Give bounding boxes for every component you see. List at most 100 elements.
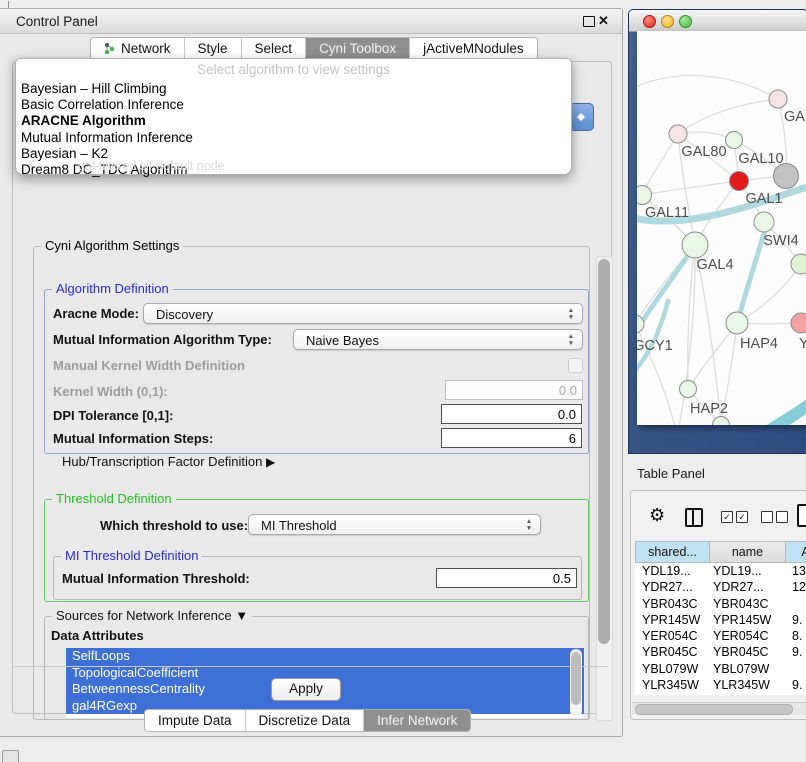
combo-stepper-icon[interactable]: ▲▼ (567, 333, 575, 348)
mi-threshold-field[interactable]: 0.5 (436, 568, 577, 588)
table-panel-title: Table Panel (637, 466, 705, 481)
mi-algorithm-type-select[interactable]: Naive Bayes ▲▼ (293, 329, 583, 350)
dropdown-option[interactable]: Bayesian – Hill Climbing (16, 81, 571, 97)
table-row[interactable]: YBL079WYBL079W (635, 661, 806, 677)
attribute-item[interactable]: SelfLoops (66, 648, 584, 665)
column-header-1[interactable]: shared... (635, 541, 710, 563)
dropdown-option[interactable]: Basic Correlation Inference (16, 97, 571, 113)
tab-cyni-toolbox[interactable]: Cyni Toolbox (306, 38, 410, 59)
close-traffic-light-icon[interactable] (643, 15, 656, 28)
which-threshold-select[interactable]: MI Threshold ▲▼ (248, 514, 541, 535)
zoom-traffic-light-icon[interactable] (679, 15, 692, 28)
network-node-gal10[interactable] (726, 132, 743, 149)
mi-steps-label: Mutual Information Steps: (53, 431, 213, 446)
network-canvas[interactable]: GALGAL80GAL10GAL1GAL11SWI4GAL4GCY1HAP4YH… (637, 31, 806, 425)
network-node-gal11[interactable] (637, 186, 652, 205)
network-node-gal[interactable] (769, 90, 787, 108)
network-edge-highlighted[interactable] (637, 245, 695, 343)
network-node-label: GAL10 (738, 151, 783, 167)
table-cell: YBL079W (710, 661, 786, 677)
table-row[interactable]: YPR145WYPR145W9. (635, 612, 806, 628)
network-node-gal80[interactable] (669, 125, 687, 143)
hub-definition-toggle[interactable]: Hub/Transcription Factor Definition ▶ (62, 454, 275, 469)
threshold-definition-group: Threshold Definition Which threshold to … (44, 499, 589, 602)
tab-style[interactable]: Style (185, 38, 242, 59)
network-window-titlebar[interactable] (629, 10, 806, 32)
expanded-arrow-icon[interactable]: ▼ (235, 608, 248, 623)
network-edge[interactable] (642, 181, 739, 195)
network-node-label: GAL1 (745, 191, 782, 207)
mi-steps-field[interactable]: 6 (441, 428, 582, 448)
new-table-icon[interactable] (797, 504, 806, 527)
table-row[interactable]: YLR345WYLR345W9. (635, 677, 806, 693)
table-row[interactable]: YER054CYER054C8. (635, 628, 806, 644)
table-cell: 9. (786, 693, 806, 695)
tab-discretize-data[interactable]: Discretize Data (246, 710, 365, 731)
gear-icon[interactable]: ⚙ (649, 505, 665, 526)
apply-button[interactable]: Apply (271, 678, 341, 701)
network-node-label: GAL4 (696, 257, 733, 273)
table-cell: 9. (786, 644, 806, 660)
table-row[interactable]: YBR045CYBR045C9. (635, 644, 806, 660)
manual-kernel-checkbox[interactable] (568, 358, 583, 373)
list-scrollbar-thumb[interactable] (571, 652, 581, 705)
network-edge[interactable] (678, 99, 778, 134)
table-row[interactable]: YDR27...YDR27...12 (635, 579, 806, 595)
tab-network[interactable]: Network (91, 38, 185, 59)
network-edge[interactable] (637, 76, 778, 99)
table-cell: YDL19... (710, 563, 786, 579)
table-cell: YDR27... (710, 579, 786, 595)
dropdown-option[interactable]: Mutual Information Inference (16, 130, 571, 146)
screen: Control Panel ✕ Network Style SelectCyni T… (0, 0, 806, 762)
network-edge[interactable] (688, 323, 737, 389)
kernel-width-field[interactable]: 0.0 (445, 380, 583, 400)
columns-icon[interactable] (685, 508, 703, 527)
network-node-hap2[interactable] (680, 381, 697, 398)
column-header-3[interactable]: A (786, 541, 806, 563)
dropdown-option[interactable]: ARACNE Algorithm (16, 113, 571, 129)
table-row[interactable]: YIL052CYIL052C9. (635, 693, 806, 695)
network-graph[interactable]: GALGAL80GAL10GAL1GAL11SWI4GAL4GCY1HAP4YH… (637, 31, 806, 425)
tab-impute-data[interactable]: Impute Data (145, 710, 246, 731)
deselect-all-columns-icon[interactable] (761, 511, 788, 523)
aracne-mode-select[interactable]: Discovery ▲▼ (143, 303, 583, 324)
tab-infer-network[interactable]: Infer Network (364, 710, 470, 731)
table-cell: YDL19... (635, 563, 710, 579)
kernel-width-label: Kernel Width (0,1): (53, 384, 168, 399)
select-all-columns-icon[interactable]: ✓✓ (721, 511, 748, 523)
table-row[interactable]: YDL19...YDL19...13 (635, 563, 806, 579)
float-window-icon[interactable] (583, 16, 595, 27)
group-title: MI Threshold Definition (61, 548, 202, 563)
close-icon[interactable]: ✕ (598, 13, 609, 29)
tab-jactivemnodules[interactable]: jActiveMNodules (410, 38, 537, 59)
collapsed-panel-icon[interactable] (2, 750, 19, 762)
network-node-unlabeled[interactable] (791, 254, 806, 274)
tab-label: Style (198, 41, 228, 56)
table-cell: YLR345W (710, 677, 786, 693)
combo-stepper-icon[interactable]: ▲▼ (567, 307, 575, 322)
table-row[interactable]: YBR043CYBR043C (635, 596, 806, 612)
tab-select[interactable]: Select (242, 38, 307, 59)
network-edge[interactable] (688, 245, 695, 389)
network-node-y[interactable] (791, 313, 806, 333)
settings-scrollbar-thumb[interactable] (598, 259, 610, 644)
network-node-unlabeled[interactable] (774, 164, 799, 189)
dpi-tolerance-field[interactable]: 0.0 (441, 404, 582, 424)
table-hscrollbar-thumb[interactable] (635, 704, 793, 715)
data-attributes-label: Data Attributes (51, 628, 144, 643)
table-cell: 13 (786, 563, 806, 579)
collapsed-arrow-icon[interactable]: ▶ (266, 455, 275, 469)
network-edge[interactable] (679, 245, 695, 425)
network-node-swi4[interactable] (754, 212, 774, 232)
network-edge-highlighted[interactable] (765, 395, 806, 425)
column-header-2[interactable]: name (710, 541, 786, 563)
combo-stepper-icon[interactable]: ▲▼ (525, 518, 533, 533)
combo-stepper-icon[interactable] (569, 103, 594, 131)
network-edge[interactable] (642, 134, 678, 195)
minimize-traffic-light-icon[interactable] (661, 15, 674, 28)
control-panel-titlebar[interactable]: Control Panel ✕ (0, 9, 622, 34)
network-node-gal1[interactable] (730, 172, 749, 191)
mi-threshold-label: Mutual Information Threshold: (62, 571, 250, 586)
network-node-hap4[interactable] (726, 312, 748, 334)
network-node-gal4[interactable] (682, 232, 708, 258)
